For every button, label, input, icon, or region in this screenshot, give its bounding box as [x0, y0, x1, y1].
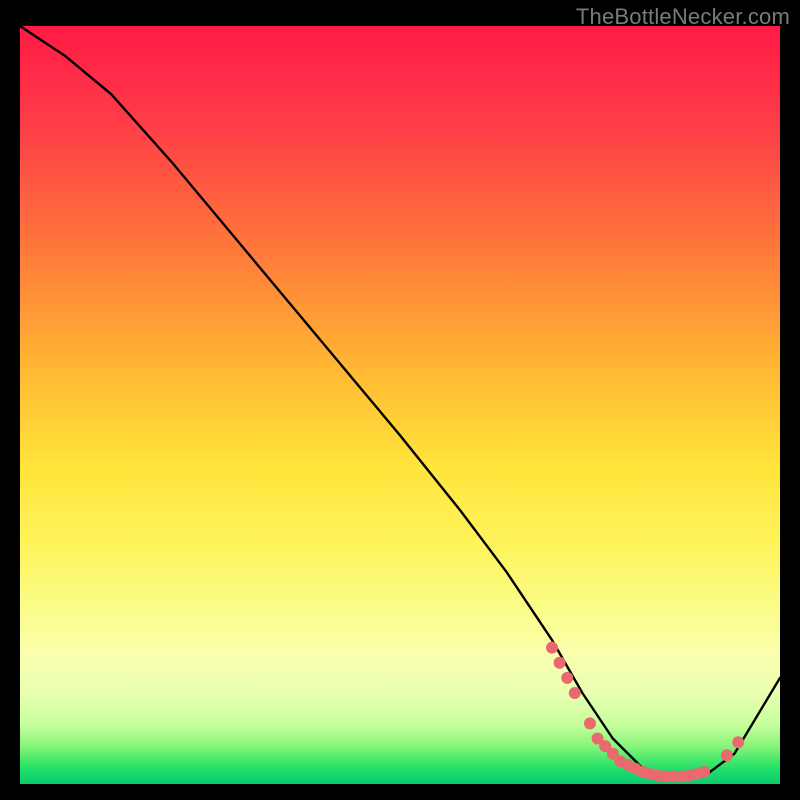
- optimal-dot: [561, 672, 573, 684]
- chart-frame: TheBottleNecker.com: [0, 0, 800, 800]
- optimal-dot: [584, 717, 596, 729]
- optimal-region-dots: [546, 642, 744, 783]
- plot-gradient-background: [20, 26, 780, 784]
- optimal-dot: [732, 736, 744, 748]
- bottleneck-chart-svg: [20, 26, 780, 784]
- bottleneck-curve-line: [20, 26, 780, 776]
- optimal-dot: [554, 657, 566, 669]
- optimal-dot: [698, 766, 710, 778]
- optimal-dot: [546, 642, 558, 654]
- watermark-label: TheBottleNecker.com: [576, 4, 790, 30]
- optimal-dot: [569, 687, 581, 699]
- optimal-dot: [721, 749, 733, 761]
